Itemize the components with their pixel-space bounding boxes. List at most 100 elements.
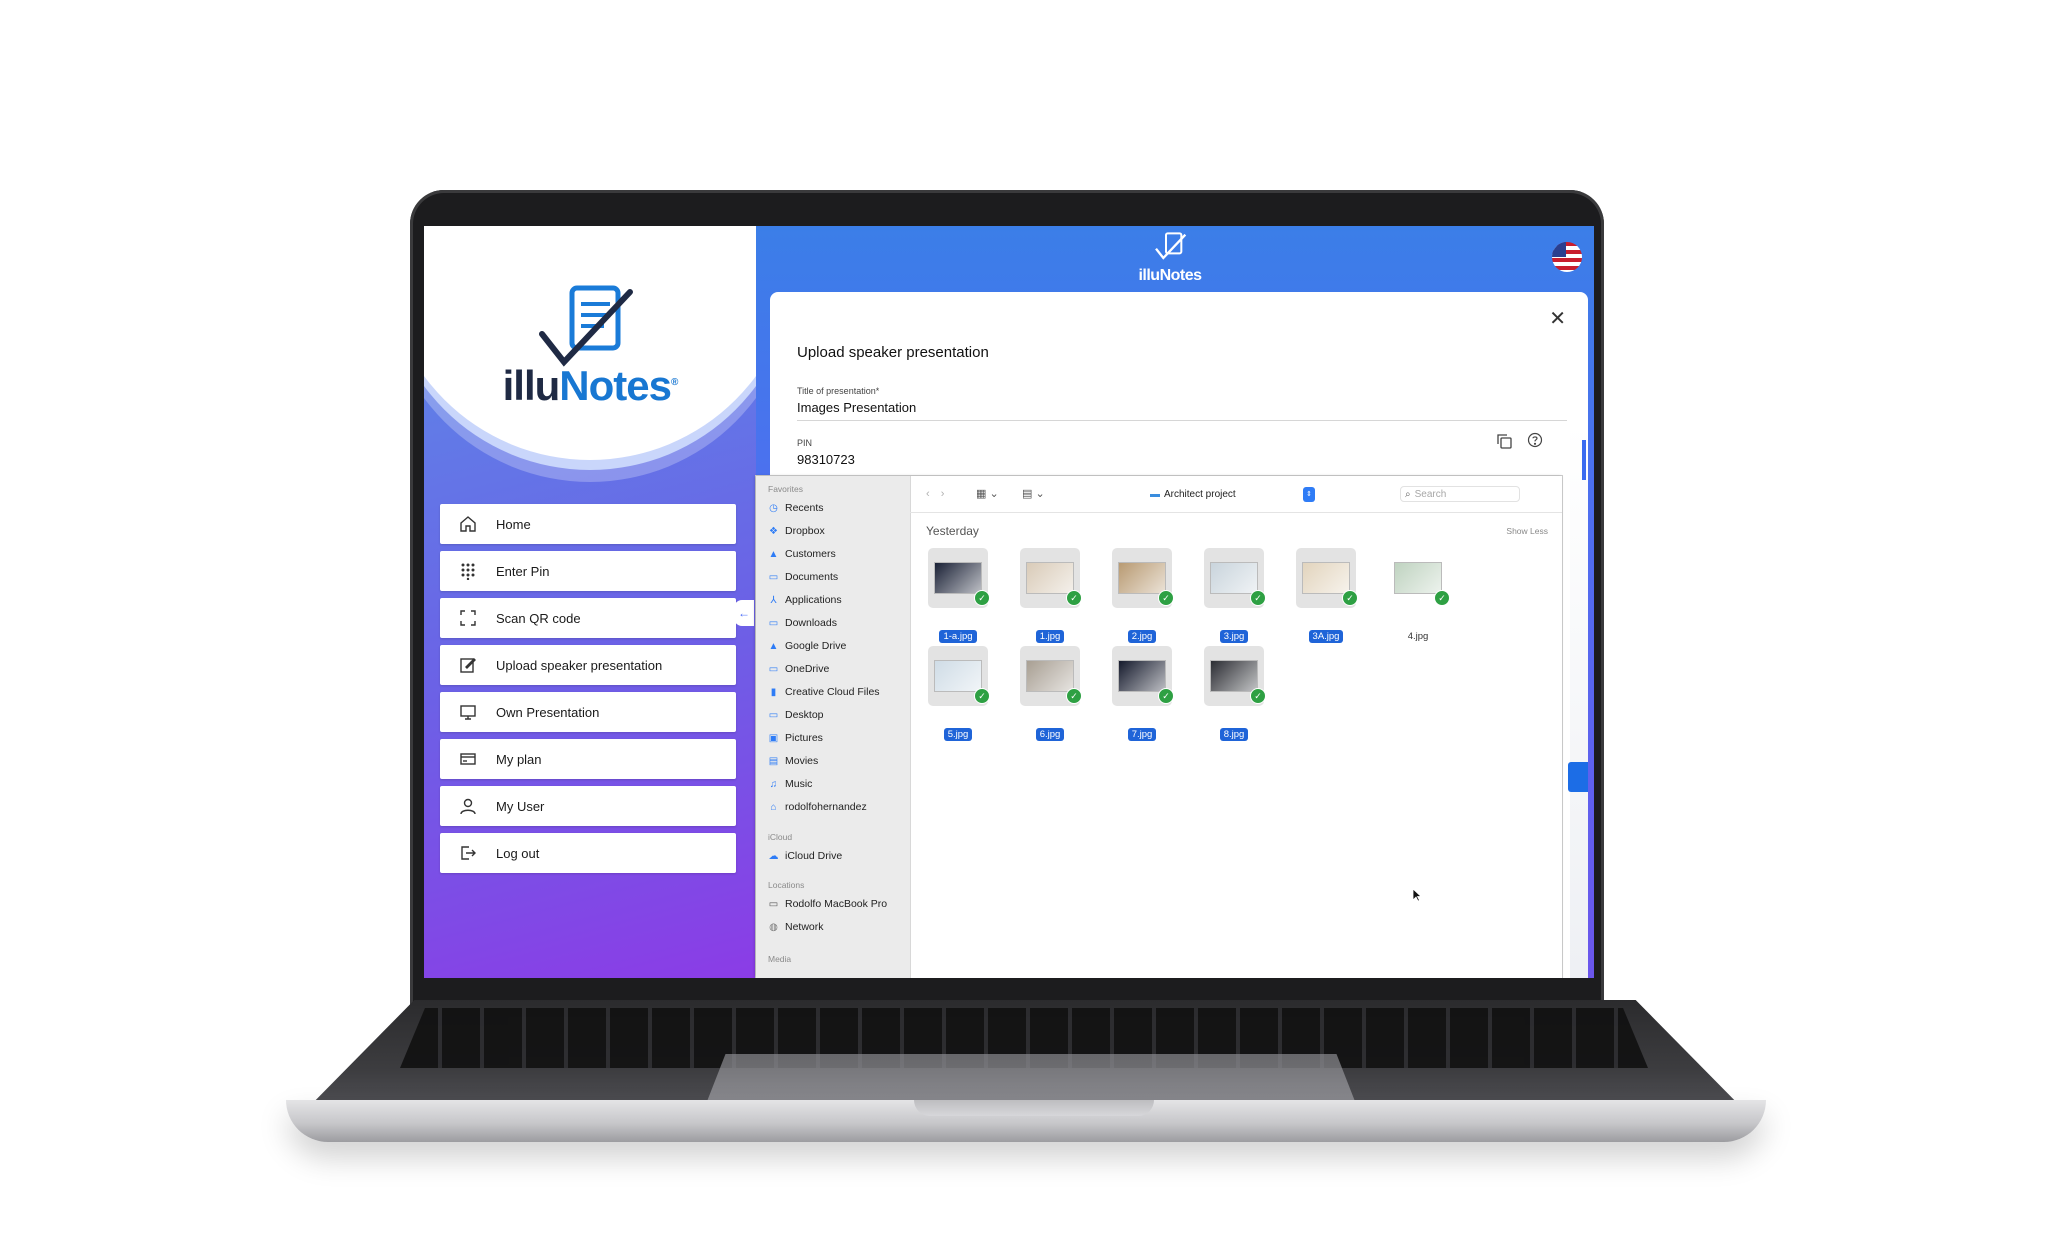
sidebar-item-downloads[interactable]: ▭ Downloads bbox=[768, 617, 837, 629]
chevron-updown-icon: ⇕ bbox=[1303, 486, 1315, 502]
submit-button-edge[interactable] bbox=[1568, 762, 1588, 792]
close-icon[interactable]: ✕ bbox=[1549, 306, 1566, 331]
menu-item-enter-pin[interactable]: Enter Pin bbox=[440, 551, 736, 591]
required-mark: * bbox=[875, 386, 880, 396]
checkmark-icon: ✓ bbox=[1434, 590, 1450, 606]
sidebar-item-documents[interactable]: ▭ Documents bbox=[768, 571, 838, 583]
file-icon: ▮ bbox=[770, 686, 777, 698]
folder-icon: ▭ bbox=[768, 571, 779, 583]
sidebar-item-label: Movies bbox=[785, 755, 819, 767]
file-name: 1-a.jpg bbox=[939, 630, 977, 643]
presentation-title-input[interactable]: Images Presentation bbox=[797, 400, 916, 415]
menu-label: Own Presentation bbox=[496, 704, 600, 720]
us-flag-icon[interactable] bbox=[1552, 242, 1582, 272]
file-name: 8.jpg bbox=[1219, 728, 1249, 741]
file-picker: Favorites ◷ Recents ❖ Dropbox ▲ Customers ▭… bbox=[756, 476, 1562, 978]
sidebar-item-applications[interactable]: ⅄ Applications bbox=[768, 594, 842, 606]
sidebar-item-recents[interactable]: ◷ Recents bbox=[768, 502, 823, 514]
sidebar-item-home-folder[interactable]: ⌂ rodolfohernandez bbox=[768, 801, 866, 813]
music-icon: ♫ bbox=[769, 778, 778, 790]
sidebar-item-macbook[interactable]: ▭ Rodolfo MacBook Pro bbox=[768, 898, 887, 910]
file-thumbnail-frame: ✓ bbox=[928, 548, 990, 608]
sidebar-item-network[interactable]: ◍ Network bbox=[768, 921, 823, 933]
google-drive-icon: ▲ bbox=[768, 548, 779, 560]
scroll-accent bbox=[1582, 440, 1586, 480]
file-item[interactable]: ✓ 8.jpg bbox=[1194, 646, 1274, 741]
file-name: 3.jpg bbox=[1219, 630, 1249, 643]
file-name: 7.jpg bbox=[1127, 728, 1157, 741]
file-item[interactable]: ✓ 5.jpg bbox=[918, 646, 998, 741]
sidebar-item-desktop[interactable]: ▭ Desktop bbox=[768, 709, 824, 721]
sidebar-item-customers[interactable]: ▲ Customers bbox=[768, 548, 836, 560]
image-thumbnail bbox=[1118, 660, 1166, 692]
sidebar-item-pictures[interactable]: ▣ Pictures bbox=[768, 732, 823, 744]
sidebar-item-dropbox[interactable]: ❖ Dropbox bbox=[768, 525, 825, 537]
show-less-link[interactable]: Show Less bbox=[1506, 526, 1548, 536]
file-item[interactable]: ✓ 3A.jpg bbox=[1286, 548, 1366, 643]
sidebar-item-label: Desktop bbox=[785, 709, 824, 721]
menu-item-log-out[interactable]: Log out bbox=[440, 833, 736, 873]
sidebar-item-music[interactable]: ♫ Music bbox=[768, 778, 813, 790]
header-logo: illuNotes bbox=[1120, 232, 1220, 292]
file-item[interactable]: ✓ 2.jpg bbox=[1102, 548, 1182, 643]
folder-icon: ▭ bbox=[768, 709, 779, 721]
file-item[interactable]: ✓ 1-a.jpg bbox=[918, 548, 998, 643]
menu-item-own-presentation[interactable]: Own Presentation bbox=[440, 692, 736, 732]
file-item[interactable]: ✓ 3.jpg bbox=[1194, 548, 1274, 643]
back-forward-buttons[interactable]: ‹ › bbox=[926, 488, 948, 500]
main-menu: Home Enter Pin Scan QR code Upload speak… bbox=[440, 504, 736, 880]
sidebar-item-label: iCloud Drive bbox=[785, 850, 843, 862]
menu-label: My plan bbox=[496, 751, 542, 767]
menu-item-home[interactable]: Home bbox=[440, 504, 736, 544]
title-field-label-text: Title of presentation bbox=[797, 386, 876, 396]
group-title: Yesterday bbox=[926, 524, 979, 538]
file-item[interactable]: ✓ 7.jpg bbox=[1102, 646, 1182, 741]
folder-icon: ▭ bbox=[768, 663, 779, 675]
menu-item-my-plan[interactable]: My plan bbox=[440, 739, 736, 779]
presentation-icon bbox=[440, 703, 496, 721]
pin-value: 98310723 bbox=[797, 452, 855, 467]
sidebar-item-label: Customers bbox=[785, 548, 836, 560]
sidebar-item-google-drive[interactable]: ▲ Google Drive bbox=[768, 640, 847, 652]
menu-item-upload-presentation[interactable]: Upload speaker presentation bbox=[440, 645, 736, 685]
menu-item-my-user[interactable]: My User bbox=[440, 786, 736, 826]
group-view-button[interactable]: ▤ ⌄ bbox=[1022, 487, 1045, 500]
illunotes-logo-icon bbox=[539, 285, 633, 367]
file-name: 3A.jpg bbox=[1308, 630, 1344, 643]
brand-wordmark-left: illu bbox=[502, 362, 561, 409]
icon-view-button[interactable]: ▦ ⌄ bbox=[976, 487, 999, 500]
sidebar-item-movies[interactable]: ▤ Movies bbox=[768, 755, 819, 767]
scan-icon bbox=[440, 609, 496, 627]
keypad-icon bbox=[440, 562, 496, 580]
sidebar-item-icloud-drive[interactable]: ☁ iCloud Drive bbox=[768, 850, 843, 862]
file-item[interactable]: ✓ 4.jpg bbox=[1378, 548, 1458, 642]
search-icon: ⌕ bbox=[1405, 488, 1411, 500]
sidebar-item-onedrive[interactable]: ▭ OneDrive bbox=[768, 663, 830, 675]
file-item[interactable]: ✓ 6.jpg bbox=[1010, 646, 1090, 741]
dialog-title: Upload speaker presentation bbox=[797, 344, 989, 361]
google-drive-icon: ▲ bbox=[768, 640, 779, 652]
sidebar-item-label: Creative Cloud Files bbox=[785, 686, 880, 698]
section-icloud: iCloud bbox=[768, 832, 793, 842]
location-dropdown[interactable]: ▬ Architect project ⇕ bbox=[1150, 486, 1315, 502]
file-name: 6.jpg bbox=[1035, 728, 1065, 741]
sidebar-collapse-button[interactable]: ← bbox=[734, 600, 754, 626]
copy-icon[interactable] bbox=[1495, 432, 1513, 455]
image-thumbnail bbox=[934, 660, 982, 692]
checkmark-icon: ✓ bbox=[974, 590, 990, 606]
cloud-icon: ☁ bbox=[768, 850, 779, 862]
trademark: ® bbox=[671, 377, 678, 388]
file-thumbnail-frame: ✓ bbox=[928, 646, 990, 706]
file-thumbnail-frame: ✓ bbox=[1112, 548, 1174, 608]
help-icon[interactable] bbox=[1527, 432, 1543, 453]
search-input[interactable]: ⌕ Search bbox=[1400, 486, 1520, 502]
sidebar-item-label: Google Drive bbox=[785, 640, 847, 652]
menu-label: Enter Pin bbox=[496, 563, 550, 579]
file-item[interactable]: ✓ 1.jpg bbox=[1010, 548, 1090, 643]
menu-item-scan-qr[interactable]: Scan QR code bbox=[440, 598, 736, 638]
sidebar-item-label: Applications bbox=[785, 594, 842, 606]
sidebar-item-creative-cloud[interactable]: ▮ Creative Cloud Files bbox=[768, 686, 880, 698]
menu-label: Log out bbox=[496, 845, 540, 861]
sidebar-item-label: Documents bbox=[785, 571, 839, 583]
location-label: Architect project bbox=[1164, 488, 1236, 500]
